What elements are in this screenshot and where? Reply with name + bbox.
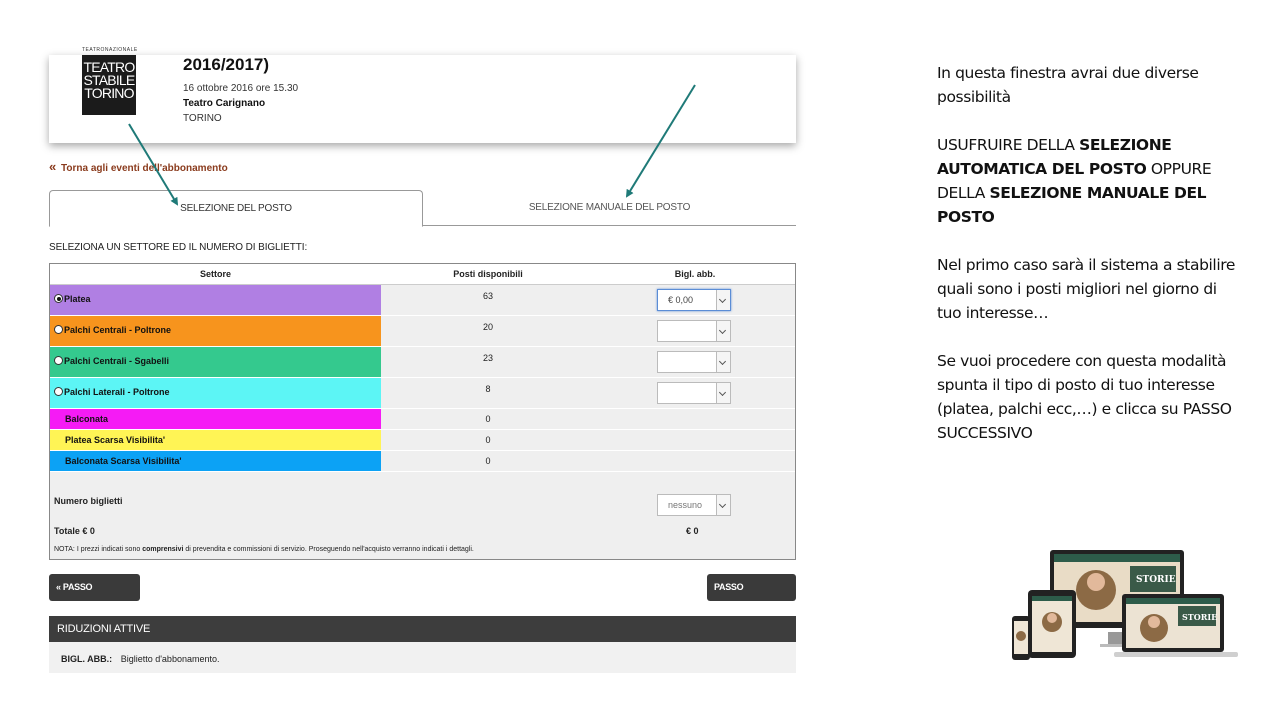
previous-step-button[interactable]: « PASSO PRECEDENTE [49, 574, 140, 619]
sector-cell: Balconata Scarsa Visibilita' [50, 451, 381, 471]
price-note: NOTA: I prezzi indicati sono comprensivi… [54, 546, 474, 553]
ticket-price-select[interactable] [657, 320, 731, 342]
note-bold: comprensivi [142, 546, 184, 553]
back-to-events-link[interactable]: « Torna agli eventi dell'abbonamento [49, 159, 228, 174]
logo-small-text: TEATRONAZIONALE [82, 47, 138, 53]
table-row[interactable]: Platea 63 € 0,00 [50, 285, 795, 316]
column-header: Posti disponibili [453, 269, 523, 279]
ticket-price-select[interactable] [657, 351, 731, 373]
num-tickets-value: nessuno [668, 500, 703, 510]
table-row: Platea Scarsa Visibilita' 0 [50, 430, 795, 451]
tab-automatic-selection[interactable]: SELEZIONE DEL POSTO [49, 190, 423, 227]
event-title: 2016/2017) [183, 55, 270, 74]
sector-name: Palchi Centrali - Poltrone [64, 325, 172, 335]
tabs: SELEZIONE DEL POSTO SELEZIONE MANUALE DE… [49, 190, 796, 227]
instruction-p2: USUFRUIRE DELLA SELEZIONE AUTOMATICA DEL… [937, 133, 1237, 229]
svg-text:STORIE: STORIE [1136, 575, 1176, 585]
previous-step-label: PASSO PRECEDENTE [56, 582, 115, 619]
reductions-header: RIDUZIONI ATTIVE [49, 616, 796, 642]
event-date: 16 ottobre 2016 ore 15.30 [183, 83, 299, 94]
num-tickets-label: Numero biglietti [54, 496, 123, 506]
available-seats: 8 [485, 384, 491, 394]
tab-manual-selection[interactable]: SELEZIONE MANUALE DEL POSTO [423, 190, 796, 226]
table-row[interactable]: Palchi Centrali - Poltrone 20 [50, 316, 795, 347]
reduction-code: BIGL. ABB.: [61, 654, 113, 664]
reduction-desc: Biglietto d'abbonamento. [120, 654, 220, 664]
ticket-price-select[interactable]: € 0,00 [657, 289, 731, 311]
table-row: Balconata Scarsa Visibilita' 0 [50, 451, 795, 472]
total-label: Totale € 0 [54, 526, 95, 536]
instructions: In questa finestra avrai due diverse pos… [937, 61, 1237, 469]
sector-table: Settore Posti disponibili Bigl. abb. Pla… [49, 263, 796, 560]
instruction-p3: Nel primo caso sarà il sistema a stabili… [937, 256, 1236, 322]
note-text: di prevendita e commissioni di servizio.… [183, 546, 474, 553]
sector-name: Platea [64, 294, 91, 304]
theatre-logo: TEATRONAZIONALE TEATRO STABILE TORINO [82, 47, 137, 115]
table-header: Settore Posti disponibili Bigl. abb. [50, 264, 795, 285]
sector-radio[interactable] [54, 325, 63, 334]
back-link-label: Torna agli eventi dell'abbonamento [61, 163, 228, 174]
responsive-devices-illustration: STORIE STORIE [1012, 550, 1238, 660]
available-seats: 0 [485, 435, 491, 445]
available-seats: 63 [482, 291, 493, 301]
num-tickets-select[interactable]: nessuno [657, 494, 731, 516]
sector-radio[interactable] [54, 294, 63, 303]
logo-line: TORINO [84, 85, 134, 101]
available-seats: 20 [482, 322, 493, 332]
reductions-body: BIGL. ABB.: Biglietto d'abbonamento. [49, 642, 796, 673]
svg-text:STORIE: STORIE [1182, 612, 1217, 622]
table-row[interactable]: Palchi Laterali - Poltrone 8 [50, 378, 795, 409]
instruction-p1: In questa finestra avrai due diverse pos… [937, 64, 1199, 106]
available-seats: 0 [485, 414, 491, 424]
sector-cell: Balconata [50, 409, 381, 429]
column-header: Bigl. abb. [674, 269, 716, 279]
sector-cell: Platea [50, 285, 381, 315]
available-seats: 23 [482, 353, 493, 363]
sector-cell: Palchi Laterali - Poltrone [50, 378, 381, 408]
chevron-down-icon [716, 290, 730, 310]
event-venue: Teatro Carignano [183, 98, 266, 109]
total-value: € 0 [686, 526, 699, 536]
sector-cell: Palchi Centrali - Poltrone [50, 316, 381, 346]
table-row[interactable]: Palchi Centrali - Sgabelli 23 [50, 347, 795, 378]
sector-name: Palchi Centrali - Sgabelli [64, 356, 170, 366]
next-step-label: PASSO SUCCESSIVO [714, 582, 771, 619]
double-chevron-left-icon: « [56, 582, 61, 592]
next-step-button[interactable]: PASSO SUCCESSIVO » [707, 574, 796, 619]
event-card: TEATRONAZIONALE TEATRO STABILE TORINO 20… [49, 47, 796, 143]
column-header: Settore [199, 269, 231, 279]
sector-cell: Palchi Centrali - Sgabelli [50, 347, 381, 377]
sector-radio[interactable] [54, 387, 63, 396]
table-row: Balconata 0 [50, 409, 795, 430]
ticket-price-select[interactable] [657, 382, 731, 404]
sector-radio[interactable] [54, 356, 63, 365]
select-prompt: SELEZIONA UN SETTORE ED IL NUMERO DI BIG… [49, 242, 308, 253]
chevron-down-icon [716, 352, 730, 372]
note-text: NOTA: I prezzi indicati sono [54, 546, 143, 553]
instruction-p4: Se vuoi procedere con questa modalità sp… [937, 352, 1232, 442]
event-city: TORINO [183, 113, 222, 124]
instruction-text: USUFRUIRE DELLA [937, 136, 1080, 154]
chevron-down-icon [716, 321, 730, 341]
double-chevron-left-icon: « [49, 159, 57, 174]
sector-name: Balconata [65, 414, 109, 424]
chevron-down-icon [716, 383, 730, 403]
sector-name: Palchi Laterali - Poltrone [64, 387, 170, 397]
sector-name: Platea Scarsa Visibilita' [65, 435, 166, 445]
ticket-price-value: € 0,00 [668, 295, 694, 305]
available-seats: 0 [485, 456, 491, 466]
sector-cell: Platea Scarsa Visibilita' [50, 430, 381, 450]
chevron-down-icon [716, 495, 730, 515]
screenshot-panel: TEATRONAZIONALE TEATRO STABILE TORINO 20… [49, 47, 796, 675]
sector-name: Balconata Scarsa Visibilita' [65, 456, 182, 466]
